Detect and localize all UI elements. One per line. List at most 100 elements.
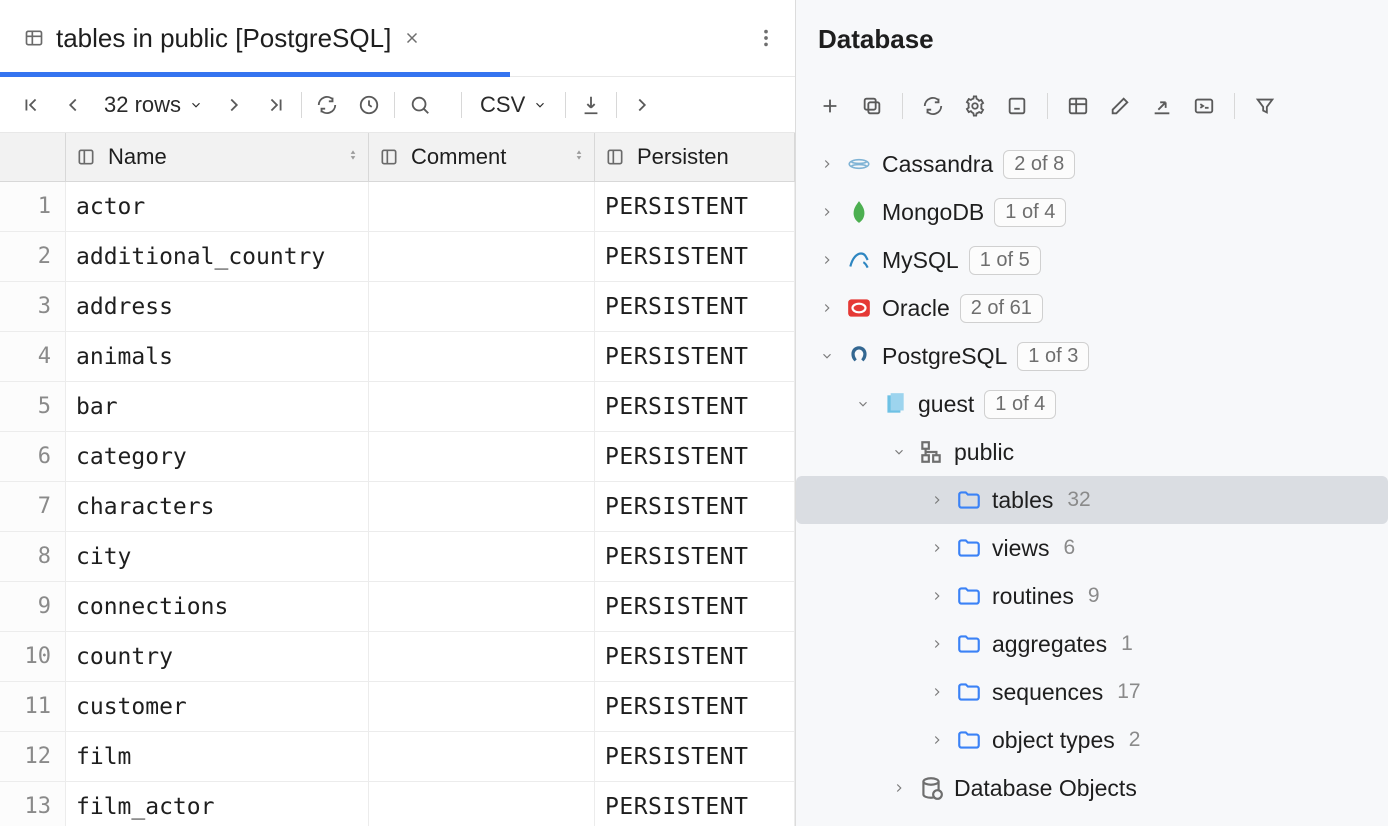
cell-persistence[interactable]: PERSISTENT (595, 782, 795, 826)
schema-folder-item[interactable]: sequences17 (796, 668, 1388, 716)
cell-persistence[interactable]: PERSISTENT (595, 632, 795, 681)
cell-name[interactable]: actor (66, 182, 369, 231)
table-row[interactable]: 9connectionsPERSISTENT (0, 582, 795, 632)
column-header-comment[interactable]: Comment (369, 133, 595, 182)
edit-button[interactable] (1100, 86, 1140, 126)
close-tab-button[interactable] (403, 29, 421, 47)
navigate-button[interactable] (1142, 86, 1182, 126)
cell-persistence[interactable]: PERSISTENT (595, 532, 795, 581)
cell-comment[interactable] (369, 732, 595, 781)
cell-comment[interactable] (369, 582, 595, 631)
properties-button[interactable] (955, 86, 995, 126)
chevron-right-icon[interactable] (818, 301, 836, 315)
schema-folder-item[interactable]: views6 (796, 524, 1388, 572)
datasource-item[interactable]: MySQL1 of 5 (796, 236, 1388, 284)
table-row[interactable]: 7charactersPERSISTENT (0, 482, 795, 532)
history-button[interactable] (348, 85, 390, 125)
cell-comment[interactable] (369, 332, 595, 381)
chevron-right-icon[interactable] (890, 781, 908, 795)
download-button[interactable] (570, 85, 612, 125)
cell-name[interactable]: characters (66, 482, 369, 531)
cell-comment[interactable] (369, 232, 595, 281)
cell-comment[interactable] (369, 682, 595, 731)
schema-folder-item[interactable]: object types2 (796, 716, 1388, 764)
cell-persistence[interactable]: PERSISTENT (595, 182, 795, 231)
chevron-right-icon[interactable] (818, 253, 836, 267)
cell-persistence[interactable]: PERSISTENT (595, 682, 795, 731)
reload-button[interactable] (306, 85, 348, 125)
table-row[interactable]: 1actorPERSISTENT (0, 182, 795, 232)
cell-persistence[interactable]: PERSISTENT (595, 582, 795, 631)
chevron-right-icon[interactable] (928, 637, 946, 651)
cell-comment[interactable] (369, 632, 595, 681)
row-count-dropdown[interactable]: 32 rows (94, 92, 213, 118)
chevron-right-icon[interactable] (928, 493, 946, 507)
chevron-down-icon[interactable] (854, 397, 872, 411)
datasource-item[interactable]: PostgreSQL1 of 3 (796, 332, 1388, 380)
new-datasource-button[interactable] (810, 86, 850, 126)
cell-persistence[interactable]: PERSISTENT (595, 332, 795, 381)
table-row[interactable]: 6categoryPERSISTENT (0, 432, 795, 482)
query-console-button[interactable] (1184, 86, 1224, 126)
cell-name[interactable]: address (66, 282, 369, 331)
refresh-button[interactable] (913, 86, 953, 126)
chevron-right-icon[interactable] (818, 157, 836, 171)
cell-name[interactable]: category (66, 432, 369, 481)
cell-comment[interactable] (369, 182, 595, 231)
datasource-item[interactable]: Oracle2 of 61 (796, 284, 1388, 332)
cell-persistence[interactable]: PERSISTENT (595, 482, 795, 531)
cell-comment[interactable] (369, 782, 595, 826)
table-row[interactable]: 12filmPERSISTENT (0, 732, 795, 782)
next-page-button[interactable] (213, 85, 255, 125)
column-header-persistence[interactable]: Persisten (595, 133, 795, 182)
chevron-down-icon[interactable] (890, 445, 908, 459)
chevron-right-icon[interactable] (928, 685, 946, 699)
table-row[interactable]: 8cityPERSISTENT (0, 532, 795, 582)
disconnect-button[interactable] (997, 86, 1037, 126)
schema-folder-item[interactable]: tables32 (796, 476, 1388, 524)
cell-persistence[interactable]: PERSISTENT (595, 382, 795, 431)
cell-name[interactable]: additional_country (66, 232, 369, 281)
schema-folder-item[interactable]: routines9 (796, 572, 1388, 620)
export-format-dropdown[interactable]: CSV (466, 92, 561, 118)
table-row[interactable]: 3addressPERSISTENT (0, 282, 795, 332)
schema-item[interactable]: public (796, 428, 1388, 476)
chevron-down-icon[interactable] (818, 349, 836, 363)
cell-comment[interactable] (369, 482, 595, 531)
table-row[interactable]: 11customerPERSISTENT (0, 682, 795, 732)
cell-comment[interactable] (369, 282, 595, 331)
cell-comment[interactable] (369, 532, 595, 581)
column-header-name[interactable]: Name (66, 133, 369, 182)
cell-persistence[interactable]: PERSISTENT (595, 282, 795, 331)
cell-persistence[interactable]: PERSISTENT (595, 432, 795, 481)
cell-name[interactable]: city (66, 532, 369, 581)
table-row[interactable]: 4animalsPERSISTENT (0, 332, 795, 382)
duplicate-button[interactable] (852, 86, 892, 126)
table-row[interactable]: 10countryPERSISTENT (0, 632, 795, 682)
chevron-right-icon[interactable] (818, 205, 836, 219)
filter-button[interactable] (1245, 86, 1285, 126)
table-row[interactable]: 5barPERSISTENT (0, 382, 795, 432)
last-page-button[interactable] (255, 85, 297, 125)
cell-comment[interactable] (369, 432, 595, 481)
database-objects-item[interactable]: Database Objects (796, 764, 1388, 812)
datasource-item[interactable]: Cassandra2 of 8 (796, 140, 1388, 188)
chevron-right-icon[interactable] (928, 733, 946, 747)
cell-name[interactable]: bar (66, 382, 369, 431)
cell-name[interactable]: customer (66, 682, 369, 731)
toolbar-overflow-button[interactable] (621, 85, 663, 125)
schema-folder-item[interactable]: aggregates1 (796, 620, 1388, 668)
tab-more-button[interactable] (755, 27, 777, 49)
prev-page-button[interactable] (52, 85, 94, 125)
table-row[interactable]: 2additional_countryPERSISTENT (0, 232, 795, 282)
cell-comment[interactable] (369, 382, 595, 431)
cell-name[interactable]: country (66, 632, 369, 681)
search-button[interactable] (399, 85, 441, 125)
cell-persistence[interactable]: PERSISTENT (595, 232, 795, 281)
cell-name[interactable]: connections (66, 582, 369, 631)
jump-to-table-button[interactable] (1058, 86, 1098, 126)
chevron-right-icon[interactable] (928, 589, 946, 603)
datasource-item[interactable]: MongoDB1 of 4 (796, 188, 1388, 236)
cell-name[interactable]: animals (66, 332, 369, 381)
table-row[interactable]: 13film_actorPERSISTENT (0, 782, 795, 826)
